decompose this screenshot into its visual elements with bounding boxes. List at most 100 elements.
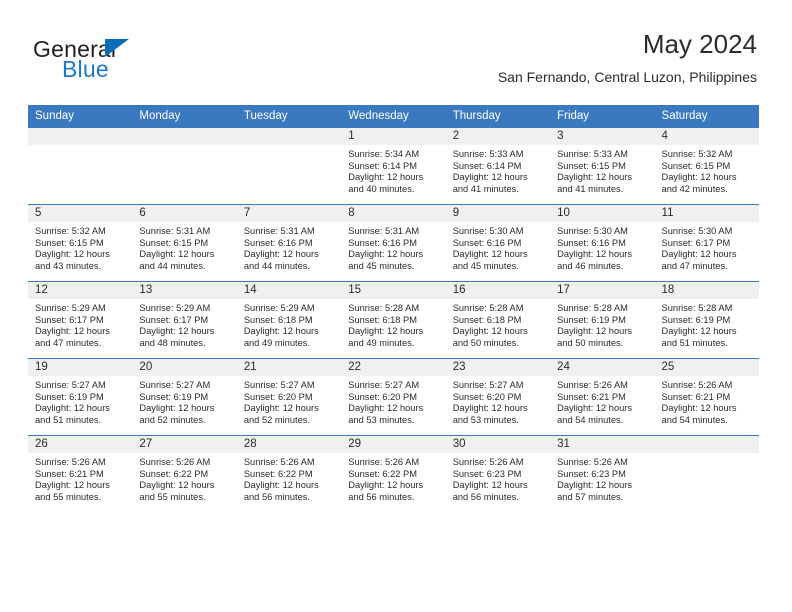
day-details: Sunrise: 5:27 AM Sunset: 6:19 PM Daylight:… (28, 376, 132, 426)
day-details: Sunrise: 5:33 AM Sunset: 6:14 PM Daylight:… (446, 145, 550, 195)
day-details: Sunrise: 5:32 AM Sunset: 6:15 PM Daylight:… (655, 145, 759, 195)
daylight-duration-line1: Daylight: 12 hours (243, 480, 319, 491)
daylight-duration-line1: Daylight: 12 hours (139, 326, 215, 337)
sunset-time: Sunset: 6:22 PM (243, 468, 313, 479)
daylight-duration-line1: Daylight: 12 hours (348, 480, 424, 491)
page-title: May 2024 (642, 29, 757, 59)
sunset-time: Sunset: 6:16 PM (557, 237, 626, 248)
sunrise-time: Sunrise: 5:26 AM (348, 457, 420, 467)
weekday-header-friday: Friday (550, 105, 655, 128)
sunset-time: Sunset: 6:15 PM (557, 160, 626, 171)
calendar-day-cell[interactable]: 29 Sunrise: 5:26 AM Sunset: 6:22 PM Dayligh… (341, 435, 446, 512)
sunset-time: Sunset: 6:19 PM (661, 314, 731, 325)
day-number: 18 (654, 282, 759, 299)
day-number: 1 (341, 128, 446, 145)
day-details: Sunrise: 5:26 AM Sunset: 6:22 PM Daylight:… (132, 453, 236, 503)
calendar-page: General Blue May 2024 San Fernando, Cent… (0, 0, 792, 612)
daylight-duration-line2: and 51 minutes. (35, 414, 102, 425)
daylight-duration-line1: Daylight: 12 hours (661, 326, 737, 337)
daylight-duration-line2: and 52 minutes. (139, 414, 206, 425)
daylight-duration-line1: Daylight: 12 hours (139, 480, 215, 491)
weekday-header-monday: Monday (132, 105, 237, 128)
calendar-day-cell[interactable]: 21 Sunrise: 5:27 AM Sunset: 6:20 PM Dayligh… (236, 358, 342, 436)
calendar-day-cell[interactable]: 1 Sunrise: 5:34 AM Sunset: 6:14 PM Daylight… (341, 127, 446, 205)
day-number: 29 (341, 436, 446, 453)
calendar-day-cell[interactable]: 9 Sunrise: 5:30 AM Sunset: 6:16 PM Daylight… (445, 204, 551, 282)
daylight-duration-line2: and 41 minutes. (452, 183, 519, 194)
calendar-day-cell[interactable]: 27 Sunrise: 5:26 AM Sunset: 6:22 PM Dayligh… (132, 435, 237, 512)
calendar-day-cell[interactable]: 15 Sunrise: 5:28 AM Sunset: 6:18 PM Dayligh… (341, 281, 446, 359)
daylight-duration-line1: Daylight: 12 hours (557, 326, 633, 337)
calendar-day-cell[interactable]: 10 Sunrise: 5:30 AM Sunset: 6:16 PM Dayligh… (550, 204, 655, 282)
sunrise-time: Sunrise: 5:26 AM (661, 380, 733, 390)
sunset-time: Sunset: 6:21 PM (557, 391, 626, 402)
sunrise-time: Sunrise: 5:26 AM (557, 457, 628, 467)
daylight-duration-line2: and 49 minutes. (348, 337, 415, 348)
calendar-week-row: 12 Sunrise: 5:29 AM Sunset: 6:17 PM Dayligh… (28, 281, 759, 359)
calendar-day-cell[interactable]: 4 Sunrise: 5:32 AM Sunset: 6:15 PM Daylight… (654, 127, 759, 205)
daylight-duration-line2: and 56 minutes. (348, 491, 415, 502)
calendar-day-cell[interactable]: 23 Sunrise: 5:27 AM Sunset: 6:20 PM Dayligh… (445, 358, 551, 436)
calendar-day-cell[interactable]: 7 Sunrise: 5:31 AM Sunset: 6:16 PM Daylight… (236, 204, 342, 282)
calendar-day-cell[interactable]: 19 Sunrise: 5:27 AM Sunset: 6:19 PM Dayligh… (28, 358, 133, 436)
sunset-time: Sunset: 6:15 PM (139, 237, 209, 248)
calendar-day-cell[interactable]: 11 Sunrise: 5:30 AM Sunset: 6:17 PM Dayligh… (654, 204, 759, 282)
daylight-duration-line1: Daylight: 12 hours (557, 403, 633, 414)
calendar-day-cell[interactable]: 30 Sunrise: 5:26 AM Sunset: 6:23 PM Dayligh… (445, 435, 551, 512)
calendar-day-cell[interactable]: 16 Sunrise: 5:28 AM Sunset: 6:18 PM Dayligh… (445, 281, 551, 359)
sunset-time: Sunset: 6:18 PM (452, 314, 522, 325)
daylight-duration-line1: Daylight: 12 hours (243, 249, 319, 260)
calendar-day-cell[interactable]: 22 Sunrise: 5:27 AM Sunset: 6:20 PM Dayligh… (341, 358, 446, 436)
daylight-duration-line1: Daylight: 12 hours (452, 172, 528, 183)
calendar-day-cell[interactable]: 31 Sunrise: 5:26 AM Sunset: 6:23 PM Dayligh… (550, 435, 655, 512)
sunset-time: Sunset: 6:21 PM (35, 468, 104, 479)
calendar-day-cell-empty (236, 127, 342, 205)
daylight-duration-line2: and 48 minutes. (139, 337, 206, 348)
day-details: Sunrise: 5:29 AM Sunset: 6:17 PM Daylight:… (132, 299, 236, 349)
day-number: 3 (550, 128, 655, 145)
calendar-day-cell[interactable]: 28 Sunrise: 5:26 AM Sunset: 6:22 PM Dayligh… (236, 435, 342, 512)
calendar-day-cell[interactable]: 18 Sunrise: 5:28 AM Sunset: 6:19 PM Dayligh… (654, 281, 759, 359)
daylight-duration-line1: Daylight: 12 hours (348, 403, 424, 414)
calendar-day-cell[interactable]: 25 Sunrise: 5:26 AM Sunset: 6:21 PM Dayligh… (654, 358, 759, 436)
sunrise-time: Sunrise: 5:26 AM (557, 380, 628, 390)
sunrise-time: Sunrise: 5:31 AM (348, 226, 420, 236)
calendar-day-cell[interactable]: 5 Sunrise: 5:32 AM Sunset: 6:15 PM Daylight… (28, 204, 133, 282)
calendar-day-cell[interactable]: 26 Sunrise: 5:26 AM Sunset: 6:21 PM Dayligh… (28, 435, 133, 512)
sunset-time: Sunset: 6:16 PM (348, 237, 417, 248)
day-details: Sunrise: 5:28 AM Sunset: 6:19 PM Daylight:… (550, 299, 654, 349)
sunrise-time: Sunrise: 5:27 AM (35, 380, 106, 390)
weekday-header-sunday: Sunday (28, 105, 133, 128)
calendar-day-cell[interactable]: 24 Sunrise: 5:26 AM Sunset: 6:21 PM Dayligh… (550, 358, 655, 436)
calendar-day-cell[interactable]: 14 Sunrise: 5:29 AM Sunset: 6:18 PM Dayligh… (236, 281, 342, 359)
daylight-duration-line2: and 40 minutes. (348, 183, 415, 194)
calendar-day-cell[interactable]: 8 Sunrise: 5:31 AM Sunset: 6:16 PM Daylight… (341, 204, 446, 282)
calendar-day-cell[interactable]: 2 Sunrise: 5:33 AM Sunset: 6:14 PM Daylight… (445, 127, 551, 205)
calendar-day-cell[interactable]: 20 Sunrise: 5:27 AM Sunset: 6:19 PM Dayligh… (132, 358, 237, 436)
daylight-duration-line1: Daylight: 12 hours (661, 172, 737, 183)
calendar-day-cell[interactable]: 12 Sunrise: 5:29 AM Sunset: 6:17 PM Dayligh… (28, 281, 133, 359)
calendar-day-cell[interactable]: 3 Sunrise: 5:33 AM Sunset: 6:15 PM Daylight… (550, 127, 655, 205)
day-details: Sunrise: 5:34 AM Sunset: 6:14 PM Daylight:… (341, 145, 445, 195)
calendar-day-cell[interactable]: 6 Sunrise: 5:31 AM Sunset: 6:15 PM Daylight… (132, 204, 237, 282)
weekday-header-wednesday: Wednesday (341, 105, 446, 128)
daylight-duration-line2: and 45 minutes. (348, 260, 415, 271)
calendar-day-cell-empty (654, 435, 759, 512)
daylight-duration-line1: Daylight: 12 hours (35, 403, 110, 414)
brand-logo[interactable]: General Blue (33, 36, 233, 84)
sunrise-time: Sunrise: 5:30 AM (661, 226, 733, 236)
sunset-time: Sunset: 6:15 PM (661, 160, 731, 171)
sunrise-time: Sunrise: 5:32 AM (661, 149, 733, 159)
sunset-time: Sunset: 6:19 PM (557, 314, 626, 325)
calendar-day-cell[interactable]: 13 Sunrise: 5:29 AM Sunset: 6:17 PM Dayligh… (132, 281, 237, 359)
daylight-duration-line2: and 44 minutes. (243, 260, 310, 271)
day-number: 15 (341, 282, 446, 299)
calendar-day-cell[interactable]: 17 Sunrise: 5:28 AM Sunset: 6:19 PM Dayligh… (550, 281, 655, 359)
sunrise-time: Sunrise: 5:34 AM (348, 149, 420, 159)
daylight-duration-line2: and 50 minutes. (557, 337, 624, 348)
daylight-duration-line2: and 44 minutes. (139, 260, 206, 271)
sunrise-time: Sunrise: 5:32 AM (35, 226, 106, 236)
day-details: Sunrise: 5:28 AM Sunset: 6:18 PM Daylight:… (341, 299, 445, 349)
calendar-week-row: 26 Sunrise: 5:26 AM Sunset: 6:21 PM Dayligh… (28, 435, 759, 512)
day-number: 2 (445, 128, 551, 145)
